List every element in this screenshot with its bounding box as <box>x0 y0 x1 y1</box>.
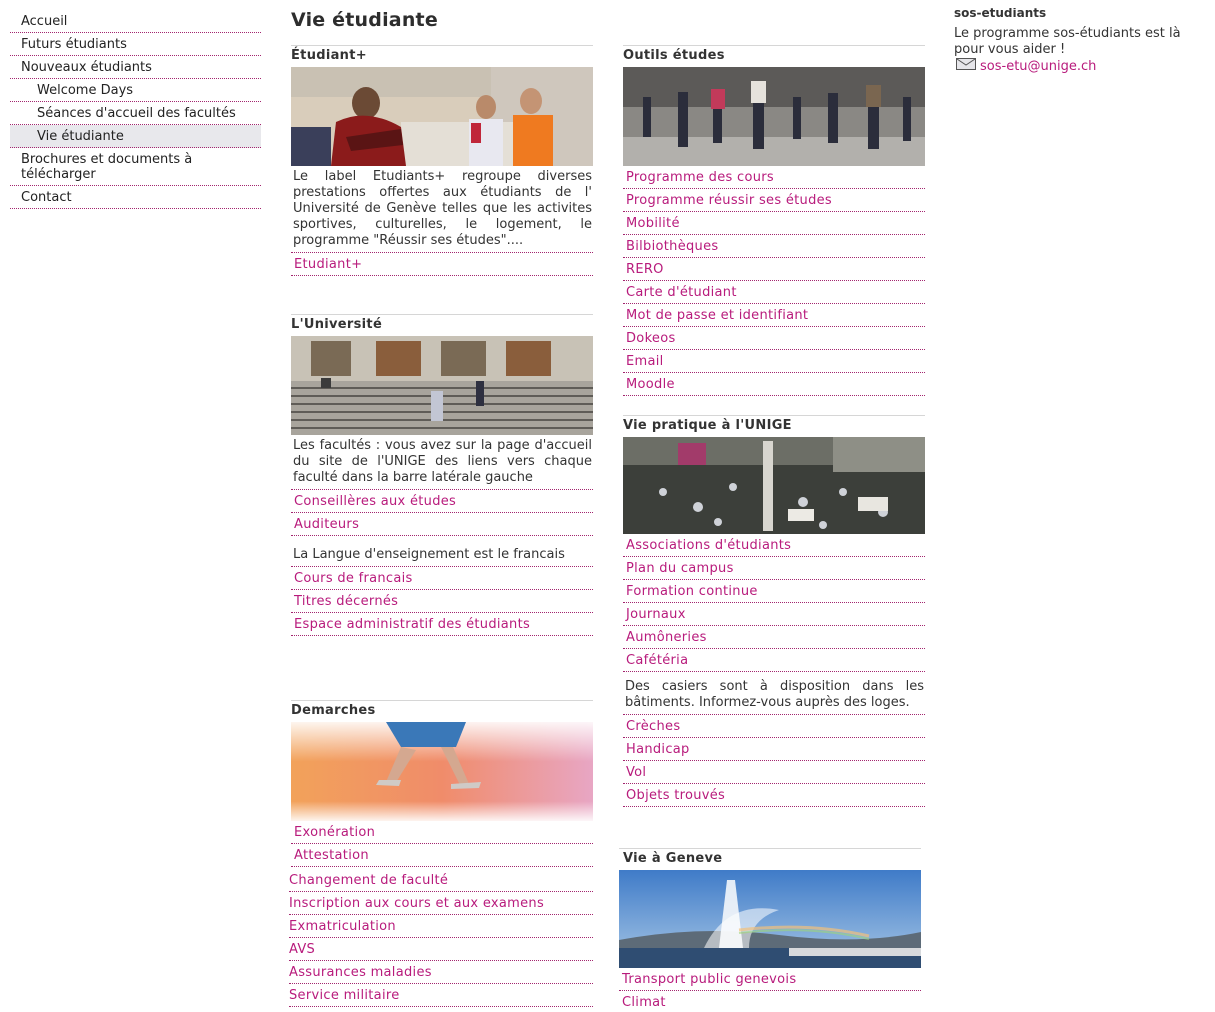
nav-item-accueil[interactable]: Accueil <box>10 10 261 33</box>
nav-item-vie-etudiante[interactable]: Vie étudiante <box>10 125 261 148</box>
link-attestation[interactable]: Attestation <box>291 844 593 867</box>
section-vie-geneve: Vie à Geneve Transport public genevois C… <box>619 848 921 1012</box>
section-title: Demarches <box>291 703 376 718</box>
link-cours-francais[interactable]: Cours de francais <box>291 567 593 590</box>
link-auditeurs[interactable]: Auditeurs <box>291 513 593 536</box>
link-inscription-cours[interactable]: Inscription aux cours et aux examens <box>289 892 593 915</box>
link-etudiant-plus[interactable]: Etudiant+ <box>291 253 593 276</box>
link-creches[interactable]: Crèches <box>623 715 925 738</box>
section-outils-etudes: Outils études Programme des cours Progra… <box>623 45 925 396</box>
section-description: Les facultés : vous avez sur la page d'a… <box>291 435 593 490</box>
section-demarches: Demarches Exonération Attestation Change… <box>289 700 593 1007</box>
link-mot-de-passe[interactable]: Mot de passe et identifiant <box>623 304 925 327</box>
link-handicap[interactable]: Handicap <box>623 738 925 761</box>
page-title: Vie étudiante <box>291 9 438 31</box>
link-associations[interactable]: Associations d'étudiants <box>623 534 925 557</box>
link-exoneration[interactable]: Exonération <box>291 821 593 844</box>
link-dokeos[interactable]: Dokeos <box>623 327 925 350</box>
link-formation-continue[interactable]: Formation continue <box>623 580 925 603</box>
students-photo <box>291 67 593 166</box>
link-journaux[interactable]: Journaux <box>623 603 925 626</box>
sos-text: Le programme sos-étudiants est là pour v… <box>954 26 1181 57</box>
nav-item-brochures[interactable]: Brochures et documents à télécharger <box>10 148 261 186</box>
section-universite: L'Université Les facultés : vous avez su… <box>291 314 593 636</box>
link-exmatriculation[interactable]: Exmatriculation <box>289 915 593 938</box>
link-conseilleres[interactable]: Conseillères aux études <box>291 490 593 513</box>
jet-deau-photo <box>619 870 921 968</box>
nav-item-welcome-days[interactable]: Welcome Days <box>10 79 261 102</box>
link-plan-campus[interactable]: Plan du campus <box>623 557 925 580</box>
sos-email-link[interactable]: sos-etu@unige.ch <box>980 59 1096 75</box>
section-description-casiers: Des casiers sont à disposition dans les … <box>623 676 925 715</box>
link-aumoneries[interactable]: Aumôneries <box>623 626 925 649</box>
link-changement-faculte[interactable]: Changement de faculté <box>289 869 593 892</box>
link-programme-cours[interactable]: Programme des cours <box>623 166 925 189</box>
demarches-links: Changement de faculté Inscription aux co… <box>289 869 593 1007</box>
link-objets-trouves[interactable]: Objets trouvés <box>623 784 925 807</box>
campus-crowd-photo <box>623 67 925 166</box>
nav-item-nouveaux-etudiants[interactable]: Nouveaux étudiants <box>10 56 261 79</box>
link-mobilite[interactable]: Mobilité <box>623 212 925 235</box>
sos-title: sos-etudiants <box>954 8 1047 18</box>
link-vol[interactable]: Vol <box>623 761 925 784</box>
link-espace-administratif[interactable]: Espace administratif des étudiants <box>291 613 593 636</box>
sos-etudiants-box: sos-etudiants Le programme sos-étudiants… <box>954 8 1212 75</box>
section-title: L'Université <box>291 317 383 332</box>
section-title: Outils études <box>623 48 725 63</box>
link-titres-decernes[interactable]: Titres décernés <box>291 590 593 613</box>
nav-item-futurs-etudiants[interactable]: Futurs étudiants <box>10 33 261 56</box>
link-carte-etudiant[interactable]: Carte d'étudiant <box>623 281 925 304</box>
link-avs[interactable]: AVS <box>289 938 593 961</box>
link-email[interactable]: Email <box>623 350 925 373</box>
link-transport-public[interactable]: Transport public genevois <box>619 968 921 991</box>
link-cafeteria[interactable]: Cafétéria <box>623 649 925 672</box>
section-etudiant-plus: Étudiant+ Le label Etudiants+ regroupe d… <box>291 45 593 276</box>
section-title: Vie à Geneve <box>623 851 723 866</box>
sos-email-row: sos-etu@unige.ch <box>956 58 1212 75</box>
nav-item-contact[interactable]: Contact <box>10 186 261 209</box>
section-title: Étudiant+ <box>291 48 367 63</box>
nav-item-seances-accueil[interactable]: Séances d'accueil des facultés <box>10 102 261 125</box>
walking-person-photo <box>291 722 593 821</box>
hall-aerial-photo <box>623 437 925 534</box>
link-rero[interactable]: RERO <box>623 258 925 281</box>
link-bibliotheques[interactable]: Bilbiothèques <box>623 235 925 258</box>
left-navigation: Accueil Futurs étudiants Nouveaux étudia… <box>10 10 261 209</box>
section-title: Vie pratique à l'UNIGE <box>623 418 792 433</box>
envelope-icon <box>956 58 976 75</box>
link-assurances-maladies[interactable]: Assurances maladies <box>289 961 593 984</box>
section-description-langue: La Langue d'enseignement est le francais <box>291 544 593 567</box>
link-programme-reussir[interactable]: Programme réussir ses études <box>623 189 925 212</box>
section-vie-pratique: Vie pratique à l'UNIGE Associations d'ét… <box>623 415 925 807</box>
link-service-militaire[interactable]: Service militaire <box>289 984 593 1007</box>
section-description: Le label Etudiants+ regroupe diverses pr… <box>291 166 593 253</box>
university-building-photo <box>291 336 593 435</box>
link-climat[interactable]: Climat <box>619 991 921 1012</box>
link-moodle[interactable]: Moodle <box>623 373 925 396</box>
